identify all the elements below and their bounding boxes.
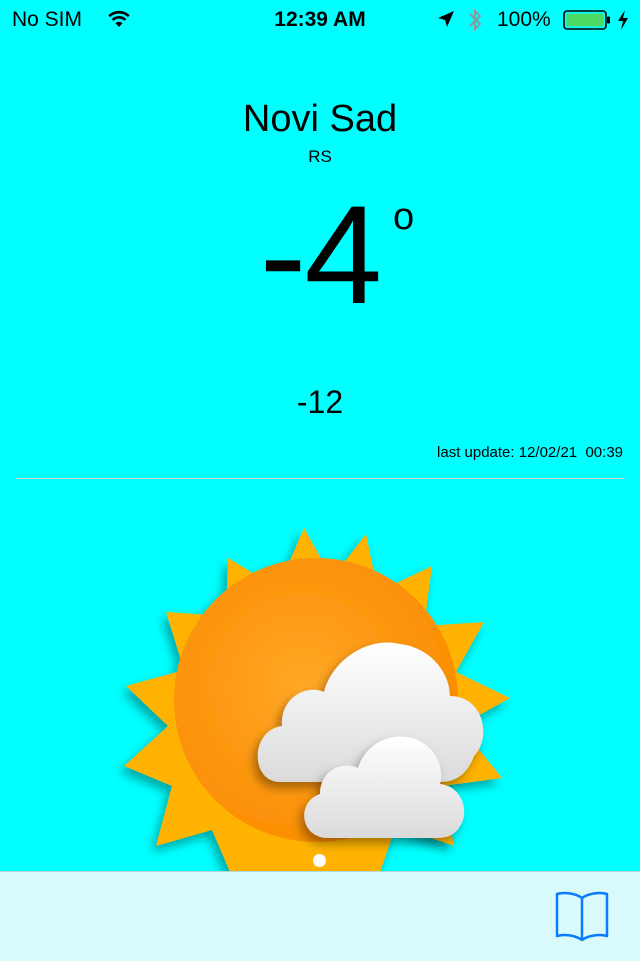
current-temperature: -4 bbox=[259, 176, 382, 333]
feels-like-temperature: -12 bbox=[296, 384, 344, 420]
page-indicator-dot[interactable] bbox=[313, 854, 326, 867]
charging-bolt-icon bbox=[618, 10, 628, 30]
partly-cloudy-icon bbox=[124, 528, 510, 872]
bluetooth-icon bbox=[469, 8, 482, 32]
battery-percent: 100% bbox=[497, 8, 551, 31]
degree-symbol: o bbox=[393, 196, 415, 238]
current-temperature-block: -4 bbox=[0, 180, 640, 330]
book-icon[interactable] bbox=[553, 890, 611, 942]
city-name: Novi Sad bbox=[242, 98, 398, 140]
status-bar: No SIM 12:39 AM 100% bbox=[0, 0, 640, 40]
battery-icon bbox=[563, 10, 610, 30]
last-update: last update: 12/02/21 00:39 bbox=[437, 444, 623, 461]
divider bbox=[15, 478, 625, 479]
bottom-toolbar bbox=[0, 871, 640, 961]
location-arrow-icon bbox=[438, 11, 454, 27]
country-code: RS bbox=[308, 147, 332, 166]
